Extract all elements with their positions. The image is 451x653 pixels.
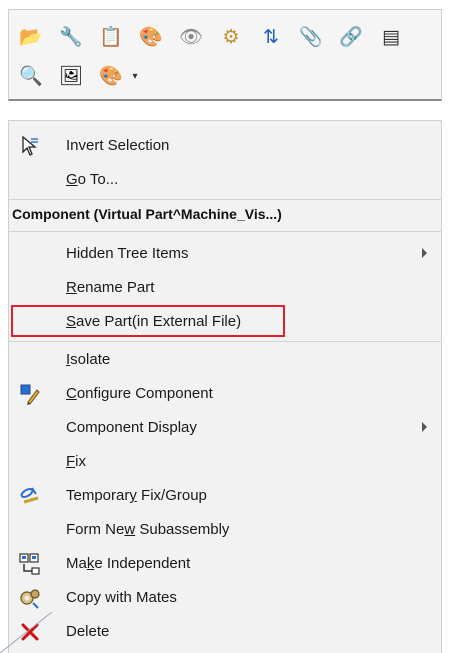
submenu-arrow-icon [422, 248, 427, 258]
menu-item-hidden-tree-items[interactable]: Hidden Tree Items [9, 237, 441, 271]
menu-item-label: Configure Component [66, 385, 213, 402]
menu-item-label: Temporary Fix/Group [66, 487, 207, 504]
context-menu: Invert Selection Go To... Component (Vir… [8, 120, 442, 653]
menu-item-temporary-fix[interactable]: Temporary Fix/Group [9, 479, 441, 513]
menu-separator [9, 231, 441, 232]
copy-with-mates-icon [17, 585, 43, 611]
context-toolbar: 📂 🔧 📋 🎨 👁 ⚙ ⇅ 📎 🔗 ▤ 🔍 🖼 🎨 ▾ [8, 9, 442, 101]
menu-item-fix[interactable]: Fix [9, 445, 441, 479]
menu-item-isolate[interactable]: Isolate [9, 343, 441, 377]
menu-item-go-to[interactable]: Go To... [9, 163, 441, 197]
menu-item-label: Form New Subassembly [66, 521, 230, 538]
menu-item-label: Copy with Mates [66, 589, 177, 606]
menu-item-label: Invert Selection [66, 137, 170, 154]
invert-selection-icon [17, 133, 43, 159]
menu-item-label: Rename Part [66, 279, 155, 296]
menu-item-label: Go To... [66, 171, 119, 188]
edit-component-icon[interactable]: 🔧 [57, 23, 85, 51]
highlight-box [11, 305, 285, 337]
toolbar-row-1: 📂 🔧 📋 🎨 👁 ⚙ ⇅ 📎 🔗 ▤ [17, 23, 405, 51]
mate-icon[interactable]: 📎 [297, 23, 325, 51]
appearance-palette-icon[interactable]: 🎨 [97, 62, 125, 90]
menu-item-label: Component Display [66, 419, 197, 436]
menu-item-form-new-subassembly[interactable]: Form New Subassembly [9, 513, 441, 547]
menu-item-label: Hidden Tree Items [66, 245, 189, 262]
menu-item-delete[interactable]: Delete [9, 615, 441, 649]
open-part-icon[interactable]: 📂 [17, 23, 45, 51]
temporary-fix-icon [17, 483, 43, 509]
menu-item-label: Make Independent [66, 555, 191, 572]
menu-item-make-independent[interactable]: Make Independent [9, 547, 441, 581]
menu-item-configure-component[interactable]: Configure Component [9, 377, 441, 411]
menu-item-label: Delete [66, 623, 110, 640]
zoom-to-selection-icon[interactable]: 🔍 [17, 62, 45, 90]
make-independent-icon [17, 551, 43, 577]
view-mates-icon[interactable]: 🔗 [337, 23, 365, 51]
section-header: Component (Virtual Part^Machine_Vis...) [12, 206, 282, 222]
menu-item-rename-part[interactable]: Rename Part [9, 271, 441, 305]
menu-separator [9, 199, 441, 200]
appearance-icon[interactable]: 🎨 [137, 23, 165, 51]
menu-separator [9, 341, 441, 342]
menu-item-label: Isolate [66, 351, 111, 368]
menu-item-invert-selection[interactable]: Invert Selection [9, 129, 441, 163]
toolbar-row-2: 🔍 🖼 🎨 ▾ [17, 62, 141, 90]
chevron-down-icon[interactable]: ▾ [129, 62, 141, 90]
properties-icon[interactable]: ▤ [377, 23, 405, 51]
open-drawing-icon[interactable]: 📋 [97, 23, 125, 51]
menu-item-copy-with-mates[interactable]: Copy with Mates [9, 581, 441, 615]
component-preview-icon[interactable]: 🖼 [57, 62, 85, 90]
submenu-arrow-icon [422, 422, 427, 432]
hide-component-icon[interactable]: 👁 [177, 23, 205, 51]
show-with-dependents-icon[interactable]: ⚙ [217, 23, 245, 51]
configure-component-icon [17, 381, 43, 407]
menu-item-component-display[interactable]: Component Display [9, 411, 441, 445]
reorder-icon[interactable]: ⇅ [257, 23, 285, 51]
decorative-line [0, 612, 53, 653]
menu-item-label: Fix [66, 453, 87, 470]
